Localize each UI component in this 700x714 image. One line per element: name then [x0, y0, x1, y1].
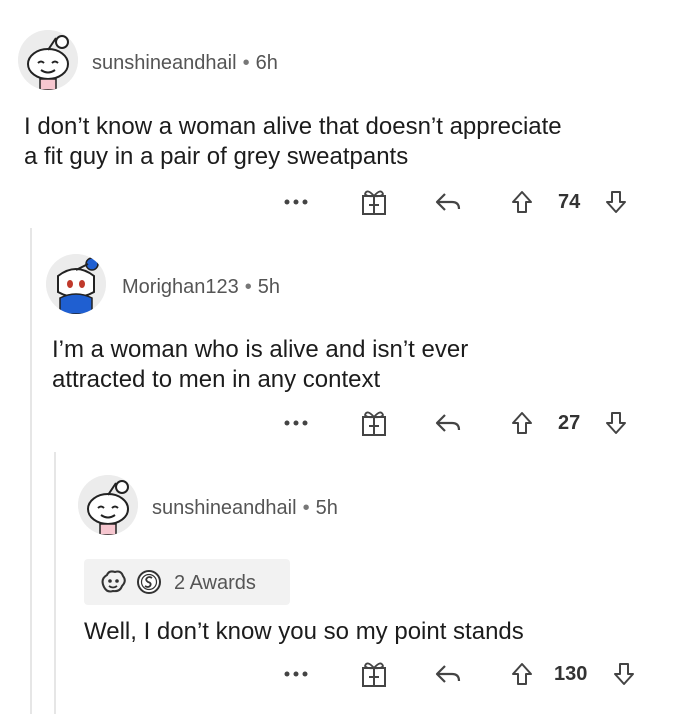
meta-separator: • [244, 276, 252, 298]
downvote-button[interactable] [600, 185, 632, 219]
downvote-arrow-icon [614, 663, 634, 685]
reply-icon [435, 414, 461, 432]
upvote-arrow-icon [512, 663, 532, 685]
comment-text-line: I’m a woman who is alive and isn’t ever [52, 336, 469, 363]
comment-actions: 74 [0, 185, 700, 219]
snoo-avatar-icon [78, 475, 138, 535]
upvote-button[interactable] [506, 406, 538, 440]
more-options-button[interactable] [276, 657, 316, 691]
award-button[interactable] [354, 406, 394, 440]
username[interactable]: sunshineandhail [92, 52, 237, 74]
downvote-arrow-icon [606, 412, 626, 434]
downvote-button[interactable] [608, 657, 640, 691]
comment-body: I don’t know a woman alive that doesn’t … [24, 112, 562, 172]
downvote-arrow-icon [606, 191, 626, 213]
comment-text-line: Well, I don’t know you so my point stand… [84, 618, 524, 645]
awards-badge[interactable]: 2 Awards [84, 559, 290, 605]
reply-button[interactable] [428, 406, 468, 440]
snoo-avatar-icon [18, 30, 78, 90]
vote-count: 130 [554, 663, 588, 685]
comment-meta: Morighan123 • 5h [122, 276, 280, 299]
more-options-button[interactable] [276, 185, 316, 219]
user-avatar[interactable] [78, 475, 138, 535]
wholesome-award-icon [101, 570, 126, 593]
more-options-button[interactable] [276, 406, 316, 440]
awards-count: 2 Awards [174, 572, 256, 594]
comment-meta: sunshineandhail • 6h [92, 52, 278, 75]
comment-age: 5h [257, 276, 281, 298]
award-button[interactable] [354, 185, 394, 219]
comment-text-line: a fit guy in a pair of grey sweatpants [24, 143, 409, 170]
gift-award-icon [362, 411, 386, 436]
upvote-arrow-icon [512, 191, 532, 213]
upvote-button[interactable] [506, 657, 538, 691]
comment-meta: sunshineandhail • 5h [152, 497, 338, 520]
more-options-icon [284, 420, 308, 426]
comment-age: 6h [255, 52, 278, 74]
upvote-button[interactable] [506, 185, 538, 219]
username[interactable]: Morighan123 [122, 276, 239, 298]
gift-award-icon [362, 190, 386, 215]
comment-text-line: attracted to men in any context [52, 366, 381, 393]
comment-age: 5h [315, 497, 338, 519]
comment-actions: 27 [0, 406, 700, 440]
comment-actions: 130 [0, 657, 700, 691]
reply-button[interactable] [428, 657, 468, 691]
comment-body: Well, I don’t know you so my point stand… [84, 617, 524, 647]
reply-icon [435, 665, 461, 683]
username[interactable]: sunshineandhail [152, 497, 297, 519]
award-button[interactable] [354, 657, 394, 691]
more-options-icon [284, 671, 308, 677]
silver-award-icon [137, 570, 161, 594]
downvote-button[interactable] [600, 406, 632, 440]
vote-count: 74 [558, 191, 581, 213]
meta-separator: • [242, 52, 250, 74]
more-options-icon [284, 199, 308, 205]
user-avatar[interactable] [46, 254, 106, 314]
reply-icon [435, 193, 461, 211]
comment-body: I’m a woman who is alive and isn’t ever … [52, 335, 468, 395]
snoo-avatar-icon [46, 254, 106, 314]
thread-line-1[interactable] [30, 228, 32, 714]
vote-count: 27 [558, 412, 581, 434]
comment-text-line: I don’t know a woman alive that doesn’t … [24, 113, 562, 140]
upvote-arrow-icon [512, 412, 532, 434]
meta-separator: • [302, 497, 310, 519]
reply-button[interactable] [428, 185, 468, 219]
gift-award-icon [362, 662, 386, 687]
user-avatar[interactable] [18, 30, 78, 90]
